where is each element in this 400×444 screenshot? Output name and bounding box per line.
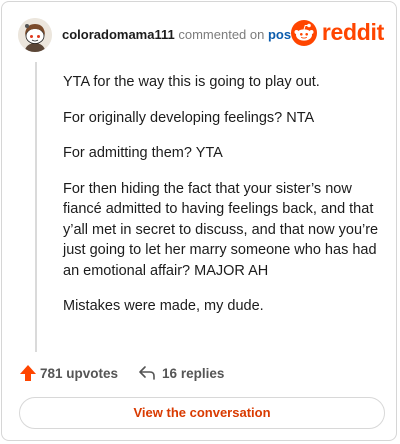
reddit-logo[interactable]: reddit bbox=[290, 19, 384, 46]
comment-body: YTA for the way this is going to play ou… bbox=[63, 72, 381, 332]
upvote-arrow-icon bbox=[20, 365, 36, 381]
comment-paragraph: For admitting them? YTA bbox=[63, 145, 223, 161]
comment-paragraph: YTA for the way this is going to play ou… bbox=[63, 74, 320, 90]
commented-on-text: commented on bbox=[178, 27, 265, 42]
reddit-wordmark: reddit bbox=[321, 19, 384, 45]
reply-count: 16 replies bbox=[162, 365, 225, 381]
comment-paragraph: For originally developing feelings? NTA bbox=[63, 109, 315, 126]
avatar[interactable] bbox=[18, 18, 52, 52]
comment-meta: coloradomama111 commented on post bbox=[62, 27, 295, 42]
reddit-logo-icon bbox=[290, 19, 317, 46]
thread-line[interactable] bbox=[35, 62, 37, 352]
comment-paragraph: Mistakes were made, my dude. bbox=[63, 298, 264, 314]
username-link[interactable]: coloradomama111 bbox=[62, 27, 175, 42]
upvote-button[interactable]: 781 upvotes bbox=[19, 364, 118, 382]
upvote-count: 781 upvotes bbox=[40, 365, 119, 381]
comment-paragraph: For then hiding the fact that your siste… bbox=[63, 180, 379, 279]
replies-button[interactable]: 16 replies bbox=[138, 365, 224, 381]
comment-card: coloradomama111 commented on post reddit… bbox=[1, 1, 397, 441]
comment-actions: 781 upvotes 16 replies bbox=[19, 361, 224, 385]
reply-arrow-icon bbox=[139, 366, 155, 380]
comment-header: coloradomama111 commented on post reddit bbox=[18, 18, 384, 54]
view-conversation-button[interactable]: View the conversation bbox=[19, 397, 385, 429]
